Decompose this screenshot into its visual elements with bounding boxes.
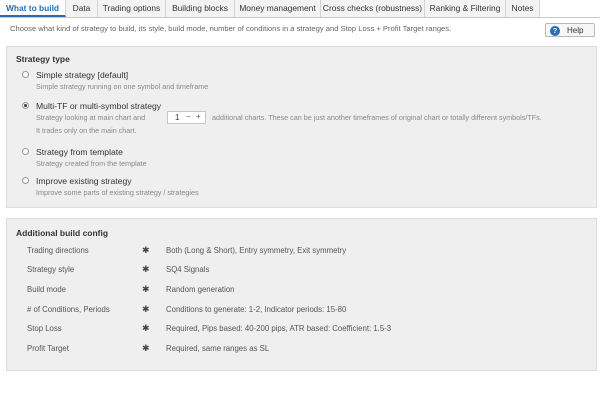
strategy-type-panel: Strategy type Simple strategy [default] … (6, 46, 597, 208)
gear-icon[interactable]: ✱ (142, 264, 150, 275)
config-value: Required, Pips based: 40-200 pips, ATR b… (166, 324, 392, 333)
tab-notes[interactable]: Notes (506, 0, 540, 17)
config-value: Conditions to generate: 1-2, Indicator p… (166, 305, 347, 314)
minus-icon[interactable]: − (186, 112, 191, 121)
help-label: Help (567, 26, 584, 35)
plus-icon[interactable]: + (196, 112, 201, 121)
radio-template[interactable] (22, 148, 29, 155)
help-button[interactable]: ? Help (545, 23, 595, 37)
radio-improve-existing[interactable] (22, 177, 29, 184)
config-row-conditions-periods[interactable]: # of Conditions, Periods ✱ Conditions to… (7, 301, 596, 320)
tab-data[interactable]: Data (66, 0, 98, 17)
config-name: # of Conditions, Periods (27, 305, 110, 314)
option-sub-prefix: Strategy looking at main chart and (36, 113, 146, 122)
option-label: Multi-TF or multi-symbol strategy (36, 101, 162, 111)
page-description: Choose what kind of strategy to build, i… (10, 24, 452, 33)
strategy-type-title: Strategy type (16, 54, 70, 64)
radio-simple-strategy[interactable] (22, 71, 29, 78)
config-row-stop-loss[interactable]: Stop Loss ✱ Required, Pips based: 40-200… (7, 320, 596, 339)
tab-building-blocks[interactable]: Building blocks (166, 0, 235, 17)
gear-icon[interactable]: ✱ (142, 245, 150, 256)
option-sub-suffix: additional charts. These can be just ano… (212, 113, 542, 122)
build-config-title: Additional build config (16, 228, 109, 238)
config-name: Strategy style (27, 265, 75, 274)
option-sub: Strategy created from the template (36, 159, 147, 168)
help-icon: ? (550, 25, 560, 36)
option-sub: Improve some parts of existing strategy … (36, 188, 199, 197)
option-sub: Simple strategy running on one symbol an… (36, 82, 209, 91)
tab-trading-options[interactable]: Trading options (98, 0, 166, 17)
gear-icon[interactable]: ✱ (142, 304, 150, 315)
config-row-profit-target[interactable]: Profit Target ✱ Required, same ranges as… (7, 340, 596, 359)
gear-icon[interactable]: ✱ (142, 343, 150, 354)
config-row-build-mode[interactable]: Build mode ✱ Random generation (7, 281, 596, 300)
option-sub-2: It trades only on the main chart. (36, 126, 137, 135)
option-label: Improve existing strategy (36, 176, 132, 186)
config-value: Required, same ranges as SL (166, 344, 270, 353)
tab-what-to-build[interactable]: What to build (0, 0, 66, 17)
config-row-strategy-style[interactable]: Strategy style ✱ SQ4 Signals (7, 261, 596, 280)
config-name: Trading directions (27, 246, 89, 255)
additional-charts-stepper[interactable]: 1 − + (167, 111, 206, 124)
tab-cross-checks[interactable]: Cross checks (robustness) (321, 0, 425, 17)
tab-ranking-filtering[interactable]: Ranking & Filtering (425, 0, 506, 17)
config-name: Build mode (27, 285, 67, 294)
config-name: Profit Target (27, 344, 69, 353)
radio-multi-tf[interactable] (22, 102, 29, 109)
tab-bar: What to build Data Trading options Build… (0, 0, 600, 18)
config-value: Random generation (166, 285, 235, 294)
tab-money-management[interactable]: Money management (235, 0, 321, 17)
option-label: Simple strategy [default] (36, 70, 129, 80)
config-value: SQ4 Signals (166, 265, 210, 274)
gear-icon[interactable]: ✱ (142, 284, 150, 295)
config-name: Stop Loss (27, 324, 62, 333)
gear-icon[interactable]: ✱ (142, 323, 150, 334)
option-label: Strategy from template (36, 147, 123, 157)
build-config-panel: Additional build config Trading directio… (6, 218, 597, 371)
stepper-value: 1 (175, 113, 180, 122)
config-row-trading-directions[interactable]: Trading directions ✱ Both (Long & Short)… (7, 242, 596, 261)
config-value: Both (Long & Short), Entry symmetry, Exi… (166, 246, 347, 255)
